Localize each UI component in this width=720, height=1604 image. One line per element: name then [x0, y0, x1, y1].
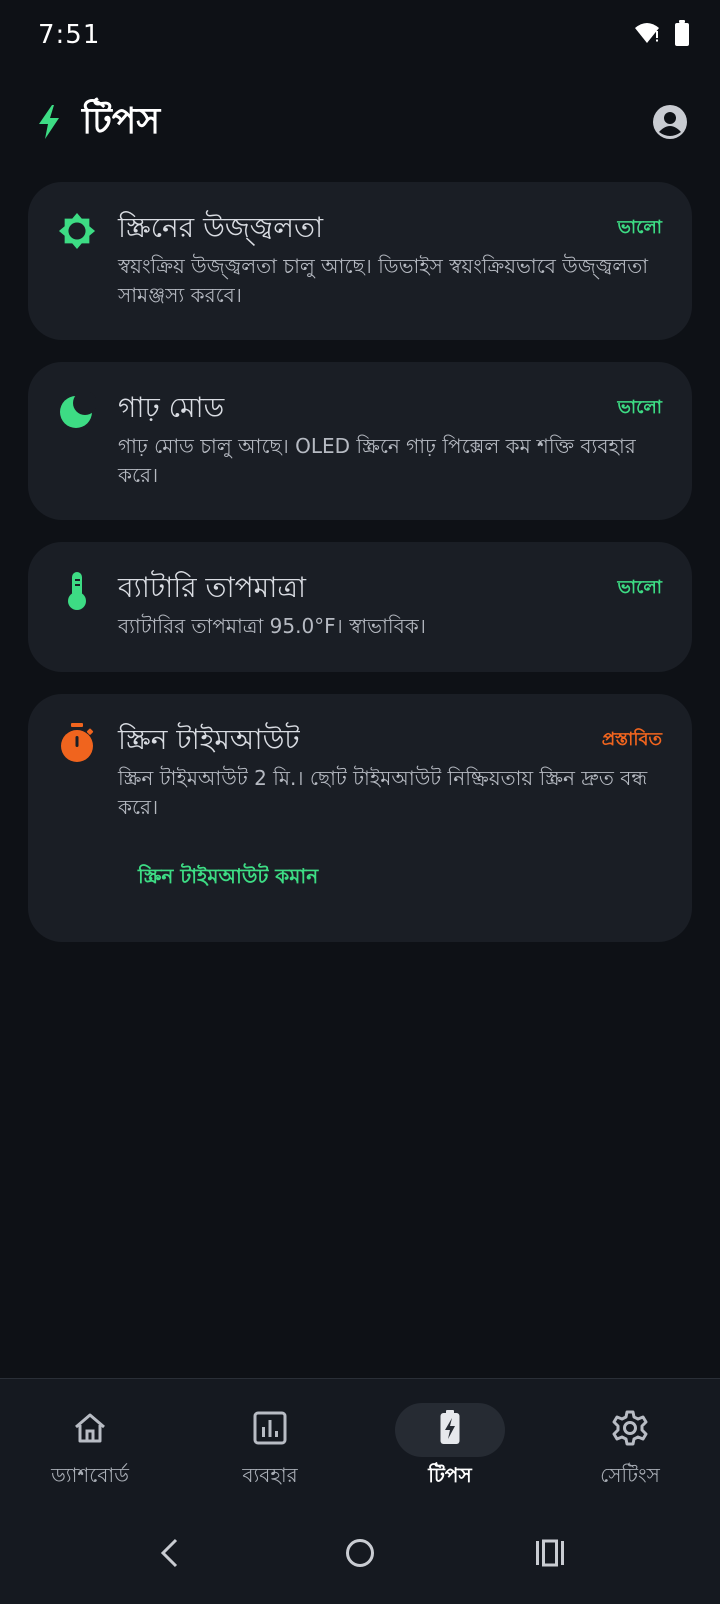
nav-pill — [215, 1403, 325, 1457]
nav-item-settings[interactable]: সেটিংস — [540, 1379, 720, 1506]
tip-title: গাঢ় মোড — [118, 391, 225, 424]
tip-card-screen-timeout[interactable]: স্ক্রিন টাইমআউট প্রস্তাবিত স্ক্রিন টাইমআ… — [28, 694, 692, 942]
back-icon — [160, 1538, 180, 1572]
tip-title: স্ক্রিনের উজ্জ্বলতা — [118, 211, 324, 244]
tip-card-body: ব্যাটারি তাপমাত্রা ভালো ব্যাটারির তাপমাত… — [118, 568, 662, 641]
tip-description: স্ক্রিন টাইমআউট 2 মি.। ছোট টাইমআউট নিষ্ক… — [118, 766, 648, 819]
tip-description: গাঢ় মোড চালু আছে। OLED স্ক্রিনে গাঢ় পি… — [118, 434, 636, 487]
status-badge: ভালো — [617, 397, 663, 418]
brightness-icon — [58, 212, 96, 250]
nav-label: টিপস — [428, 1463, 472, 1487]
home-icon — [72, 1412, 108, 1448]
nav-label: ড্যাশবোর্ড — [51, 1463, 129, 1487]
nav-label: ব্যবহার — [242, 1463, 298, 1487]
page-title: টিপস — [82, 101, 161, 142]
tip-card-head: ব্যাটারি তাপমাত্রা ভালো — [118, 568, 662, 608]
thermometer-icon — [58, 572, 96, 610]
home-circle-icon — [345, 1538, 375, 1572]
tip-card-brightness[interactable]: স্ক্রিনের উজ্জ্বলতা ভালো স্বয়ংক্রিয় উজ… — [28, 182, 692, 340]
account-icon — [652, 104, 688, 144]
tip-title: ব্যাটারি তাপমাত্রা — [118, 571, 307, 604]
tip-card-head: স্ক্রিন টাইমআউট প্রস্তাবিত — [118, 720, 662, 760]
bottom-navigation: ড্যাশবোর্ড ব্যবহার টিপস সেটিংস — [0, 1378, 720, 1506]
recents-icon — [535, 1539, 565, 1571]
tip-card-body: গাঢ় মোড ভালো গাঢ় মোড চালু আছে। OLED স্… — [118, 388, 662, 490]
timer-icon — [58, 723, 96, 762]
tip-card-dark-mode[interactable]: গাঢ় মোড ভালো গাঢ় মোড চালু আছে। OLED স্… — [28, 362, 692, 520]
tip-card-head: স্ক্রিনের উজ্জ্বলতা ভালো — [118, 208, 662, 248]
tips-screen: 7:51 টিপস স্ক্রিনের উজ্জ্বলতা ভালো স্বয়… — [0, 0, 720, 1604]
tips-list: স্ক্রিনের উজ্জ্বলতা ভালো স্বয়ংক্রিয় উজ… — [28, 182, 692, 964]
tip-title: স্ক্রিন টাইমআউট — [118, 723, 300, 756]
profile-button[interactable] — [650, 104, 690, 144]
nav-pill — [35, 1403, 145, 1457]
app-header: টিপস — [0, 92, 720, 156]
tip-description: স্বয়ংক্রিয় উজ্জ্বলতা চালু আছে। ডিভাইস … — [118, 254, 649, 307]
status-badge: ভালো — [617, 217, 663, 238]
tip-card-head: গাঢ় মোড ভালো — [118, 388, 662, 428]
wifi-icon — [634, 22, 660, 48]
reduce-screen-timeout-button[interactable]: স্ক্রিন টাইমআউট কমান — [138, 856, 318, 925]
recents-button[interactable] — [530, 1535, 570, 1575]
nav-pill — [395, 1403, 505, 1457]
nav-label: সেটিংস — [600, 1463, 660, 1487]
tip-description: ব্যাটারির তাপমাত্রা 95.0°F। স্বাভাবিক। — [118, 614, 426, 638]
home-button[interactable] — [340, 1535, 380, 1575]
nav-item-usage[interactable]: ব্যবহার — [180, 1379, 360, 1506]
tip-card-battery-temperature[interactable]: ব্যাটারি তাপমাত্রা ভালো ব্যাটারির তাপমাত… — [28, 542, 692, 672]
nav-pill — [575, 1403, 685, 1457]
status-bar: 7:51 — [0, 0, 720, 70]
status-badge: ভালো — [617, 577, 663, 598]
status-badge: প্রস্তাবিত — [601, 729, 662, 750]
status-icons — [634, 20, 690, 50]
battery-icon — [674, 20, 690, 50]
status-time: 7:51 — [38, 20, 101, 50]
moon-icon — [58, 392, 96, 430]
bolt-icon — [439, 1410, 461, 1450]
tip-card-body: স্ক্রিনের উজ্জ্বলতা ভালো স্বয়ংক্রিয় উজ… — [118, 208, 662, 310]
tip-card-body: স্ক্রিন টাইমআউট প্রস্তাবিত স্ক্রিন টাইমআ… — [118, 720, 662, 925]
bar-chart-icon — [253, 1411, 287, 1449]
back-button[interactable] — [150, 1535, 190, 1575]
bolt-icon — [36, 104, 62, 144]
system-navigation-bar — [0, 1506, 720, 1604]
nav-item-dashboard[interactable]: ড্যাশবোর্ড — [0, 1379, 180, 1506]
gear-icon — [612, 1410, 648, 1450]
nav-item-tips[interactable]: টিপস — [360, 1379, 540, 1506]
